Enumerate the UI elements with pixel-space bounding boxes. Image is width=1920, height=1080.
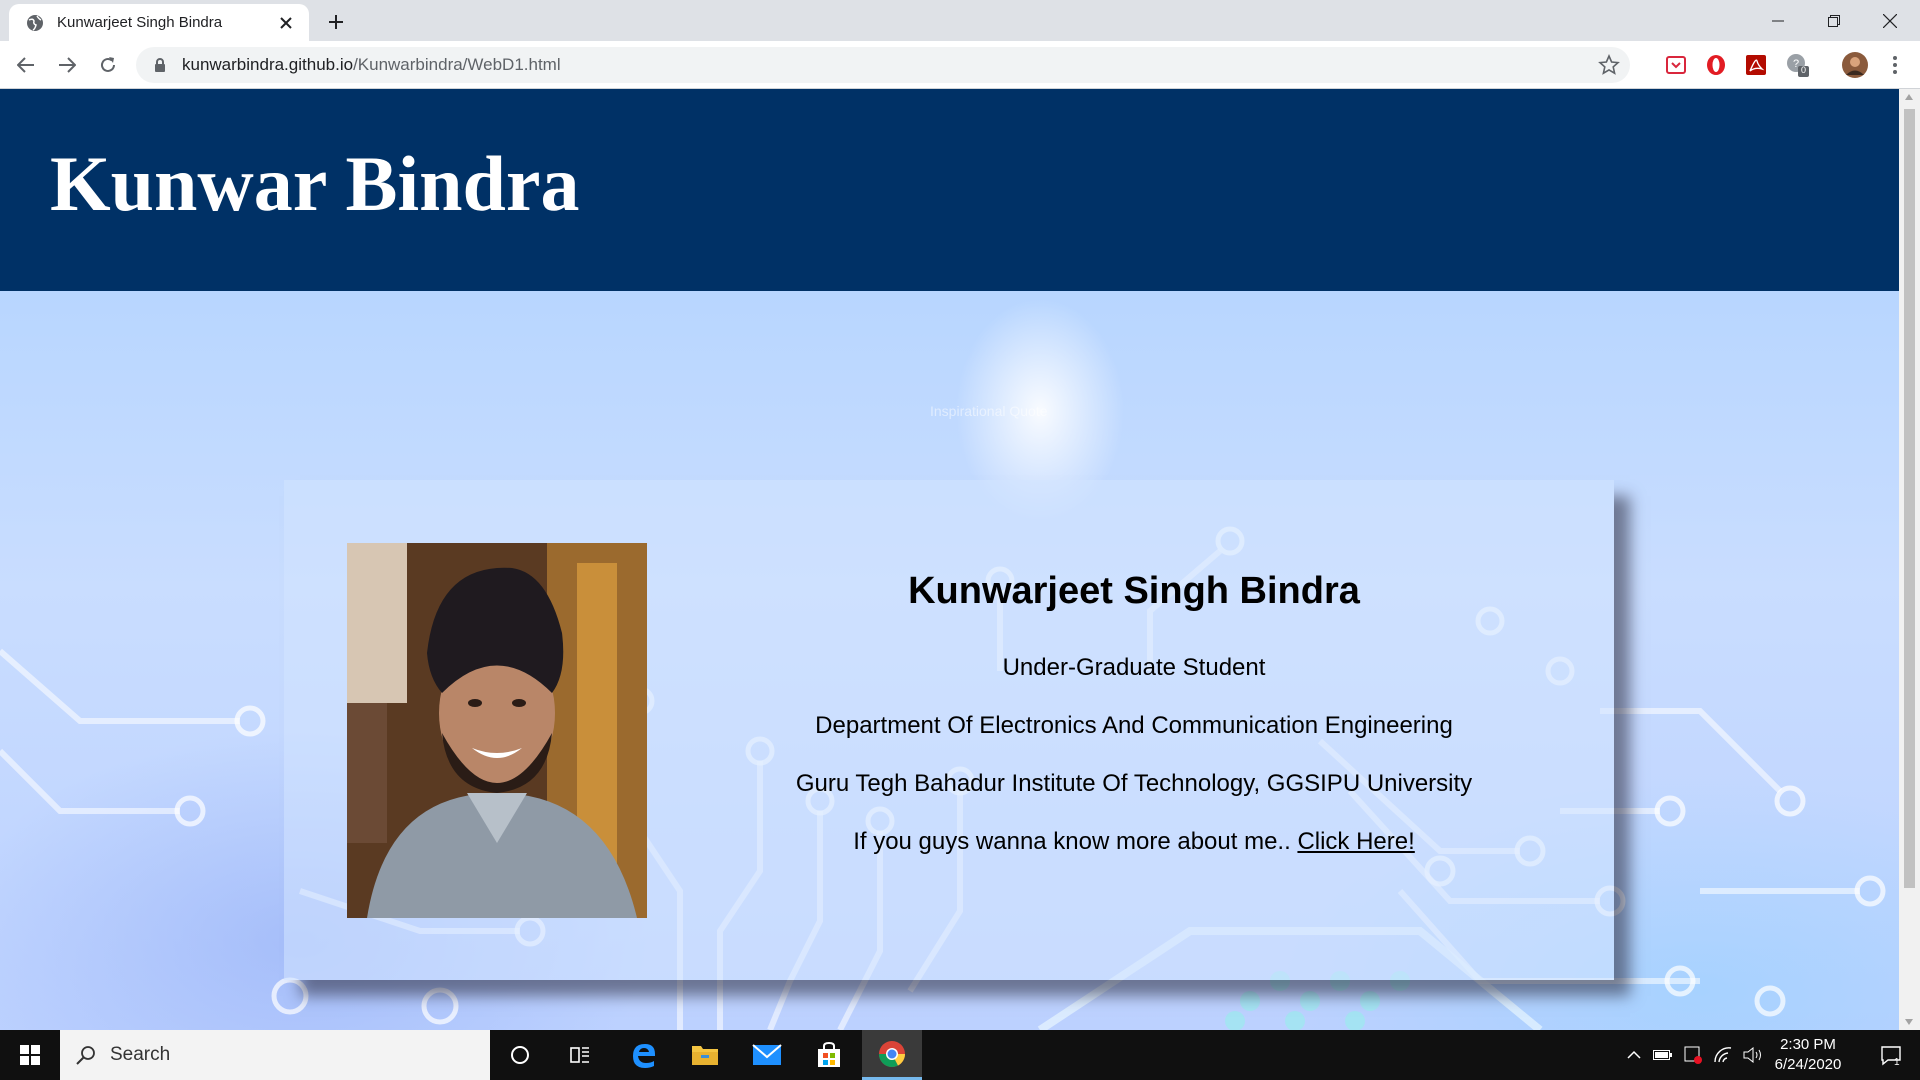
scroll-up-icon[interactable] (1905, 94, 1913, 100)
browser-toolbar: kunwarbindra.github.io/Kunwarbindra/WebD… (0, 41, 1920, 89)
pdf-extension-icon[interactable] (1743, 52, 1769, 78)
close-window-button[interactable] (1862, 0, 1918, 41)
site-header: Kunwar Bindra (0, 89, 1899, 291)
windows-taskbar: Search 2:30 PM 6/24/2020 1 (0, 1030, 1920, 1080)
clock-time: 2:30 PM (1780, 1036, 1836, 1053)
file-explorer-taskbar-icon[interactable] (675, 1030, 735, 1080)
profile-department: Department Of Electronics And Communicat… (815, 712, 1453, 739)
profile-avatar[interactable] (1840, 50, 1870, 80)
tab-strip: Kunwarjeet Singh Bindra (0, 0, 1920, 41)
page-scrollbar[interactable] (1899, 89, 1920, 1030)
action-center-button[interactable]: 1 (1866, 1030, 1916, 1080)
mail-taskbar-icon[interactable] (737, 1030, 797, 1080)
clock[interactable]: 2:30 PM 6/24/2020 (1768, 1035, 1848, 1075)
lock-icon[interactable] (152, 57, 168, 73)
tab-title: Kunwarjeet Singh Bindra (57, 14, 223, 31)
more-about-text: If you guys wanna know more about me.. (853, 828, 1291, 855)
task-view-button[interactable] (550, 1030, 610, 1080)
restore-button[interactable] (1806, 0, 1862, 41)
task-view-icon (570, 1047, 589, 1063)
back-button[interactable] (10, 49, 42, 81)
scroll-down-icon[interactable] (1905, 1019, 1913, 1025)
url-host: kunwarbindra.github.io (182, 55, 354, 74)
edge-taskbar-icon[interactable] (614, 1030, 674, 1080)
click-here-link[interactable]: Click Here! (1297, 828, 1414, 855)
tab-close-icon[interactable] (275, 12, 297, 34)
site-title: Kunwar Bindra (50, 140, 580, 227)
more-about-line: If you guys wanna know more about me.. C… (714, 813, 1554, 871)
cortana-button[interactable] (490, 1030, 550, 1080)
minimize-button[interactable] (1750, 0, 1806, 41)
close-icon (1883, 13, 1897, 28)
arrow-right-icon (59, 57, 76, 73)
store-taskbar-icon[interactable] (799, 1030, 859, 1080)
plus-icon (329, 15, 343, 29)
tray-overflow-chevron-icon[interactable] (1622, 1030, 1646, 1080)
cortana-circle-icon (511, 1046, 529, 1064)
profile-photo (347, 543, 647, 918)
windows-logo-icon (20, 1045, 40, 1065)
search-icon (76, 1046, 95, 1065)
globe-icon (27, 14, 43, 31)
profile-info: Kunwarjeet Singh Bindra Under-Graduate S… (714, 570, 1554, 871)
reload-button[interactable] (92, 49, 124, 81)
profile-institute: Guru Tegh Bahadur Institute Of Technolog… (795, 770, 1473, 797)
bookmark-star-icon[interactable] (1598, 54, 1620, 76)
notification-count: 1 (1894, 1057, 1900, 1068)
volume-icon[interactable] (1740, 1030, 1766, 1080)
pocket-extension-icon[interactable] (1663, 52, 1689, 78)
menu-kebab-icon[interactable] (1882, 52, 1908, 78)
address-bar[interactable]: kunwarbindra.github.io/Kunwarbindra/WebD… (136, 47, 1630, 83)
opera-extension-icon[interactable] (1703, 52, 1729, 78)
arrow-left-icon (17, 57, 34, 73)
grammar-extension-icon[interactable]: ? 0 (1785, 52, 1811, 78)
clock-date: 6/24/2020 (1774, 1056, 1842, 1073)
chrome-taskbar-icon[interactable] (862, 1030, 922, 1080)
scrollbar-thumb[interactable] (1904, 109, 1915, 888)
tab-active[interactable]: Kunwarjeet Singh Bindra (9, 4, 309, 41)
page-viewport: Kunwar Bindra Inspirational Quote Kunwar… (0, 89, 1899, 1030)
search-placeholder: Search (110, 1044, 171, 1065)
profile-card: Kunwarjeet Singh Bindra Under-Graduate S… (284, 480, 1614, 980)
security-alert-icon[interactable] (1680, 1030, 1706, 1080)
profile-name: Kunwarjeet Singh Bindra (908, 570, 1360, 612)
minimize-icon (1772, 20, 1784, 21)
url-text: kunwarbindra.github.io/Kunwarbindra/WebD… (182, 55, 561, 75)
watermark-text: Inspirational Quote (930, 403, 1048, 419)
extension-badge: 0 (1801, 65, 1807, 75)
profile-role: Under-Graduate Student (1002, 654, 1266, 681)
restore-icon (1828, 14, 1840, 27)
reload-icon (101, 57, 115, 72)
url-path: /Kunwarbindra/WebD1.html (353, 55, 561, 74)
new-tab-button[interactable] (322, 8, 350, 36)
taskbar-search[interactable]: Search (60, 1030, 490, 1080)
forward-button[interactable] (51, 49, 83, 81)
battery-icon[interactable] (1650, 1030, 1676, 1080)
wifi-icon[interactable] (1710, 1030, 1736, 1080)
start-button[interactable] (0, 1030, 60, 1080)
